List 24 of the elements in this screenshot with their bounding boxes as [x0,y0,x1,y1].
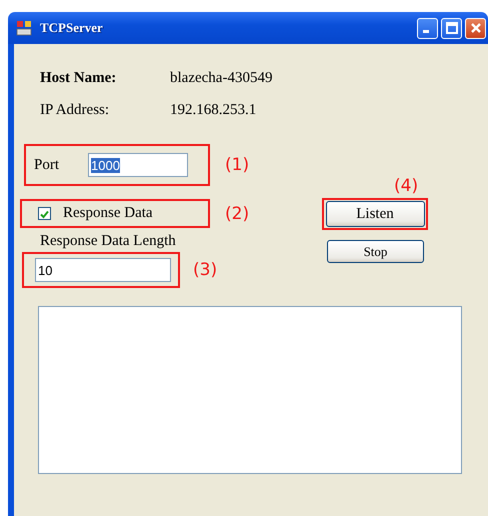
annotation-label: (3) [193,260,218,280]
app-icon [16,20,32,36]
listen-button[interactable]: Listen [326,201,424,227]
close-button[interactable] [465,18,486,38]
close-icon [470,22,482,34]
maximize-icon [446,22,458,34]
window-title: TCPServer [40,20,104,36]
ip-address-label: IP Address: [40,102,110,118]
host-name-value: blazecha-430549 [170,70,274,86]
stop-button[interactable]: Stop [327,240,424,263]
maximize-button[interactable] [441,18,462,38]
checkbox-label[interactable]: Response Data [63,205,153,222]
checkbox[interactable] [38,207,51,220]
port-label: Port [34,156,60,174]
response-data-length-label: Response Data Length [40,232,176,250]
minimize-button[interactable] [417,18,438,38]
response-data-length-field[interactable]: 10 [35,258,171,282]
annotation-label: (2) [225,204,250,224]
annotation-label: (1) [225,155,250,175]
port-field[interactable]: 1000 [88,153,188,177]
host-name-label: Host Name: [40,70,118,86]
ip-address-value: 192.168.253.1 [170,102,258,118]
annotation-label: (4) [394,176,418,198]
minimize-icon [423,30,429,33]
